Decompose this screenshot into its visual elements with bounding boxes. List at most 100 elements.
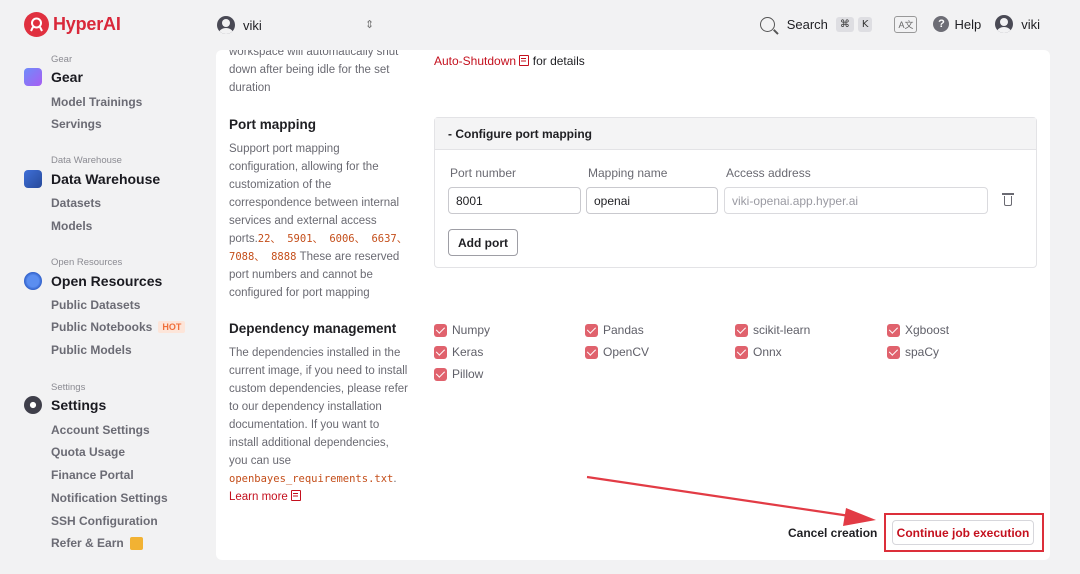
checkbox-checked-icon (434, 345, 447, 359)
hyperai-logo-icon (24, 12, 49, 37)
shortcut-cmd-key: ⌘ (835, 16, 854, 32)
shortcut-k-key: K (857, 16, 873, 32)
workspace-selector[interactable]: viki ⇕ (217, 16, 374, 34)
sidebar-item-account-settings[interactable]: Account Settings (51, 423, 150, 437)
cancel-creation-button[interactable]: Cancel creation (788, 526, 877, 540)
sidebar-item-public-datasets[interactable]: Public Datasets (51, 298, 140, 312)
port-mapping-desc-line: ports.22、 5901、 6006、 6637、 (229, 230, 421, 248)
trash-icon[interactable] (1002, 192, 1014, 206)
dependency-checkbox-numpy[interactable]: Numpy (434, 323, 490, 337)
continue-highlight-box: Continue job execution (884, 513, 1044, 552)
top-bar: HyperAI viki ⇕ Search ⌘ K A文 ? Help viki (0, 0, 1080, 50)
dependency-desc-line: custom dependencies, please refer (229, 383, 408, 395)
sidebar-item-model-trainings[interactable]: Model Trainings (51, 95, 142, 109)
dependency-desc-line: documentation. If you want to (229, 419, 380, 431)
sidebar-item-models[interactable]: Models (51, 219, 92, 233)
dependency-checkbox-opencv[interactable]: OpenCV (585, 345, 649, 359)
port-number-input[interactable]: 8001 (448, 187, 581, 214)
sidebar: Gear Gear Model Trainings Servings Data … (0, 50, 210, 574)
sidebar-group-gear[interactable]: Gear (24, 68, 83, 86)
sidebar-item-public-notebooks[interactable]: Public Notebooks HOT (51, 320, 186, 334)
dependency-checkbox-pandas[interactable]: Pandas (585, 323, 644, 337)
sidebar-group-data-warehouse-title: Data Warehouse (51, 171, 161, 187)
port-mapping-desc-line: configuration, allowing for the (229, 161, 379, 173)
port-mapping-description: Support port mapping configuration, allo… (229, 140, 421, 302)
access-address-field[interactable]: viki-openai.app.hyper.ai (724, 187, 988, 214)
help-link[interactable]: Help (954, 17, 981, 32)
sidebar-item-notification-settings[interactable]: Notification Settings (51, 491, 168, 505)
port-mapping-desc-line: port numbers and cannot be (229, 269, 373, 281)
account-user[interactable]: viki (1021, 17, 1040, 32)
sidebar-group-settings[interactable]: Settings (24, 396, 106, 414)
sidebar-item-refer-earn[interactable]: Refer & Earn (51, 536, 143, 550)
sidebar-item-public-models[interactable]: Public Models (51, 343, 132, 357)
dependency-checkbox-xgboost[interactable]: Xgboost (887, 323, 949, 337)
learn-more-link[interactable]: Learn more (229, 491, 288, 503)
dependency-label: Pandas (603, 323, 644, 337)
checkbox-checked-icon (887, 345, 900, 359)
hot-badge: HOT (158, 321, 186, 333)
checkbox-checked-icon (434, 323, 447, 337)
sidebar-caption-open-resources: Open Resources (51, 257, 123, 268)
help-icon[interactable]: ? (933, 16, 950, 32)
sidebar-item-ssh-configuration[interactable]: SSH Configuration (51, 514, 158, 528)
auto-shutdown-description: workspace will automatically shut down a… (229, 50, 421, 97)
dependency-checkbox-spacy[interactable]: spaCy (887, 345, 939, 359)
dependency-label: OpenCV (603, 345, 650, 359)
sidebar-group-open-resources[interactable]: Open Resources (24, 272, 162, 290)
sidebar-item-public-notebooks-label: Public Notebooks (51, 320, 153, 334)
dependency-desc-line: you can use (229, 455, 292, 467)
add-port-button[interactable]: Add port (448, 229, 518, 256)
dependency-checkbox-scikit-learn[interactable]: scikit-learn (735, 323, 810, 337)
dependency-checkbox-pillow[interactable]: Pillow (434, 367, 483, 381)
port-mapping-title: Port mapping (229, 117, 316, 132)
gift-icon (129, 536, 143, 550)
top-right-actions: Search ⌘ K A文 ? Help viki (759, 15, 1040, 33)
port-mapping-header[interactable]: - Configure port mapping (435, 118, 1036, 150)
dependency-checkbox-keras[interactable]: Keras (434, 345, 483, 359)
auto-shutdown-link[interactable]: Auto-Shutdown (434, 54, 516, 68)
dependency-description: The dependencies installed in the curren… (229, 344, 421, 506)
checkbox-checked-icon (585, 345, 598, 359)
sidebar-group-data-warehouse[interactable]: Data Warehouse (24, 170, 160, 188)
port-mapping-desc-line: correspondence between internal (229, 197, 400, 209)
access-address-label: Access address (726, 166, 811, 180)
account-avatar-icon[interactable] (995, 15, 1014, 33)
mapping-name-input[interactable]: openai (586, 187, 718, 214)
language-icon[interactable]: A文 (894, 15, 918, 33)
workspace-user: viki (243, 17, 262, 33)
port-mapping-desc-line: customization of the (229, 179, 332, 191)
sidebar-item-finance-portal[interactable]: Finance Portal (51, 468, 134, 482)
dependency-checkbox-onnx[interactable]: Onnx (735, 345, 782, 359)
dependency-desc-line: current image, if you need to install (229, 365, 408, 377)
sidebar-item-servings[interactable]: Servings (51, 117, 102, 131)
reserved-ports-1: 22、 5901、 6006、 6637、 (257, 233, 408, 245)
dependency-label: Xgboost (905, 323, 950, 337)
sidebar-group-open-resources-title: Open Resources (51, 273, 163, 289)
port-mapping-desc-line: services and external access (229, 215, 377, 227)
sidebar-group-gear-title: Gear (51, 69, 83, 85)
search-label[interactable]: Search (787, 17, 828, 32)
reserved-ports-2: 7088、 8888 (229, 251, 297, 263)
sidebar-item-refer-earn-label: Refer & Earn (51, 536, 124, 550)
checkbox-checked-icon (887, 323, 900, 337)
sidebar-caption-gear: Gear (51, 54, 73, 65)
sidebar-item-quota-usage[interactable]: Quota Usage (51, 445, 125, 459)
port-mapping-desc-line: 7088、 8888 These are reserved (229, 248, 421, 266)
document-icon (519, 55, 530, 66)
search-icon[interactable] (759, 16, 775, 32)
port-mapping-desc-line: configured for port mapping (229, 287, 370, 299)
checkbox-checked-icon (434, 367, 447, 381)
dependency-desc-line: install additional dependencies, (229, 437, 389, 449)
logo[interactable]: HyperAI (24, 12, 121, 37)
dependency-desc-line: Learn more (229, 488, 421, 506)
continue-job-execution-button[interactable]: Continue job execution (892, 520, 1034, 545)
auto-shutdown-desc-line: down after being idle for the set (229, 64, 390, 76)
sidebar-caption-settings: Settings (51, 382, 86, 393)
dependency-label: Onnx (753, 345, 782, 359)
brand-name: HyperAI (53, 14, 121, 34)
sidebar-item-datasets[interactable]: Datasets (51, 196, 101, 210)
dependency-desc-line: openbayes_requirements.txt. (229, 470, 421, 488)
dependency-label: Keras (452, 345, 484, 359)
gear-group-icon (24, 68, 42, 86)
